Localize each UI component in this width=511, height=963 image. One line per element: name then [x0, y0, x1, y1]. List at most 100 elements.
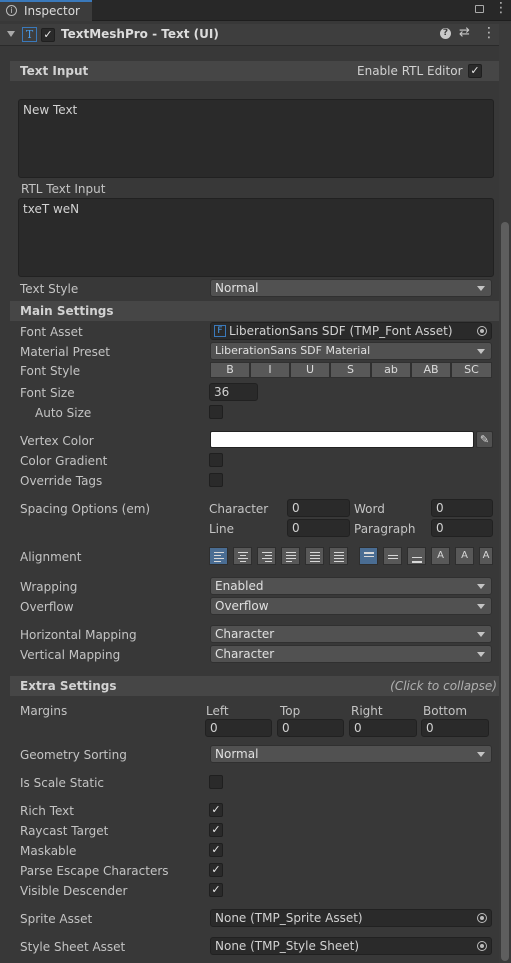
parse-escape-characters-checkbox[interactable]: ✓ [209, 863, 223, 877]
rtl-editor-label: Enable RTL Editor [357, 64, 463, 78]
line-spacing-label: Line [209, 522, 235, 536]
align-geometry-center-button[interactable] [329, 547, 348, 565]
style-sheet-picker-icon[interactable] [477, 941, 487, 951]
font-size-field[interactable]: 36 [209, 383, 258, 401]
font-style-underline-button[interactable]: U [290, 362, 330, 378]
align-flush-button[interactable] [305, 547, 324, 565]
foldout-arrow-icon[interactable] [7, 31, 15, 37]
margin-bottom-field[interactable]: 0 [421, 719, 489, 737]
margin-bottom-label: Bottom [423, 704, 468, 718]
eyedropper-icon[interactable]: ✎ [476, 431, 493, 448]
wrapping-dropdown[interactable]: Enabled [210, 577, 492, 595]
margin-right-field[interactable]: 0 [349, 719, 417, 737]
object-picker-icon[interactable] [477, 326, 487, 336]
horizontal-alignment-group [209, 547, 353, 565]
margin-bottom-value: 0 [426, 721, 434, 735]
rich-text-checkbox[interactable]: ✓ [209, 803, 223, 817]
scrollbar-track[interactable] [499, 24, 511, 963]
align-midline-button[interactable]: A [455, 547, 474, 565]
font-asset-field[interactable]: F LiberationSans SDF (TMP_Font Asset) [210, 322, 492, 340]
component-menu-icon[interactable]: ⋮ [482, 25, 496, 41]
align-center-button[interactable] [233, 547, 252, 565]
spacing-options-label: Spacing Options (em) [20, 502, 151, 516]
visible-descender-checkbox[interactable]: ✓ [209, 883, 223, 897]
text-style-dropdown[interactable]: Normal [210, 279, 492, 297]
align-top-button[interactable] [359, 547, 378, 565]
vertex-color-swatch[interactable] [210, 431, 474, 448]
font-style-smallcaps-button[interactable]: SC [451, 362, 492, 378]
material-preset-value: LiberationSans SDF Material [215, 344, 371, 357]
extra-settings-label: Extra Settings [20, 679, 117, 693]
material-preset-dropdown[interactable]: LiberationSans SDF Material [210, 342, 492, 360]
align-bottom-button[interactable] [407, 547, 426, 565]
align-left-button[interactable] [209, 547, 228, 565]
main-settings-header[interactable]: Main Settings [10, 301, 499, 321]
help-icon[interactable]: ? [440, 28, 451, 39]
sprite-asset-picker-icon[interactable] [477, 913, 487, 923]
vertical-mapping-label: Vertical Mapping [20, 648, 121, 662]
font-asset-icon: F [214, 325, 226, 337]
align-middle-button[interactable] [383, 547, 402, 565]
vertical-mapping-dropdown[interactable]: Character [210, 645, 492, 663]
geometry-sorting-dropdown[interactable]: Normal [210, 745, 492, 763]
preset-icon[interactable]: ⇄ [459, 25, 470, 40]
component-enabled-checkbox[interactable]: ✓ [41, 28, 55, 42]
raycast-target-checkbox[interactable]: ✓ [209, 823, 223, 837]
vertex-color-label: Vertex Color [20, 434, 94, 448]
auto-size-checkbox[interactable] [209, 405, 223, 419]
material-preset-label: Material Preset [20, 345, 110, 359]
style-sheet-asset-field[interactable]: None (TMP_Style Sheet) [210, 937, 492, 955]
sprite-asset-label: Sprite Asset [20, 912, 93, 926]
override-tags-checkbox[interactable] [209, 473, 223, 487]
extra-settings-header[interactable]: Extra Settings (Click to collapse) [10, 676, 499, 696]
info-icon: i [6, 5, 17, 16]
line-spacing-field[interactable]: 0 [287, 519, 350, 537]
word-spacing-field[interactable]: 0 [431, 499, 493, 517]
visible-descender-label: Visible Descender [20, 884, 128, 898]
text-input-header-label: Text Input [20, 64, 89, 78]
margin-left-value: 0 [210, 721, 218, 735]
is-scale-static-label: Is Scale Static [20, 776, 105, 790]
horizontal-mapping-dropdown[interactable]: Character [210, 625, 492, 643]
align-justified-button[interactable] [281, 547, 300, 565]
paragraph-spacing-field[interactable]: 0 [431, 519, 493, 537]
maskable-checkbox[interactable]: ✓ [209, 843, 223, 857]
paragraph-spacing-value: 0 [436, 521, 444, 535]
collapse-hint: (Click to collapse) [390, 679, 497, 693]
horizontal-mapping-value: Character [215, 627, 275, 641]
text-input-value: New Text [23, 103, 78, 117]
color-gradient-checkbox[interactable] [209, 453, 223, 467]
margins-label: Margins [20, 704, 68, 718]
lock-icon[interactable] [475, 5, 484, 13]
is-scale-static-checkbox[interactable] [209, 775, 223, 789]
geometry-sorting-value: Normal [215, 747, 259, 761]
sprite-asset-field[interactable]: None (TMP_Sprite Asset) [210, 909, 492, 927]
rtl-editor-checkbox[interactable]: ✓ [468, 64, 482, 78]
more-menu-icon[interactable]: ⋮ [494, 1, 508, 15]
font-size-label: Font Size [20, 386, 75, 400]
align-baseline-button[interactable]: A [431, 547, 450, 565]
margin-top-field[interactable]: 0 [277, 719, 344, 737]
font-style-lowercase-button[interactable]: ab [371, 362, 411, 378]
align-right-button[interactable] [257, 547, 276, 565]
text-style-value: Normal [215, 281, 259, 295]
font-style-bold-button[interactable]: B [210, 362, 250, 378]
text-style-label: Text Style [20, 282, 79, 296]
font-style-label: Font Style [20, 364, 81, 378]
overflow-dropdown[interactable]: Overflow [210, 597, 492, 615]
character-spacing-field[interactable]: 0 [287, 499, 350, 517]
rtl-text-input-area[interactable]: txeT weN [18, 198, 494, 277]
font-style-strikethrough-button[interactable]: S [330, 362, 371, 378]
component-header[interactable]: T ✓ TextMeshPro - Text (UI) ? ⇄ ⋮ [0, 24, 499, 46]
font-style-italic-button[interactable]: I [250, 362, 290, 378]
scrollbar-thumb[interactable] [501, 222, 509, 961]
margin-left-field[interactable]: 0 [205, 719, 272, 737]
text-input-area[interactable]: New Text [18, 99, 494, 178]
tab-inspector[interactable]: i Inspector [0, 0, 92, 21]
align-capline-button[interactable]: A [479, 547, 493, 565]
maskable-label: Maskable [20, 844, 77, 858]
font-asset-value: LiberationSans SDF (TMP_Font Asset) [229, 324, 453, 338]
alignment-label: Alignment [20, 550, 82, 564]
vertical-alignment-group: A A A [359, 547, 499, 565]
font-style-uppercase-button[interactable]: AB [411, 362, 451, 378]
